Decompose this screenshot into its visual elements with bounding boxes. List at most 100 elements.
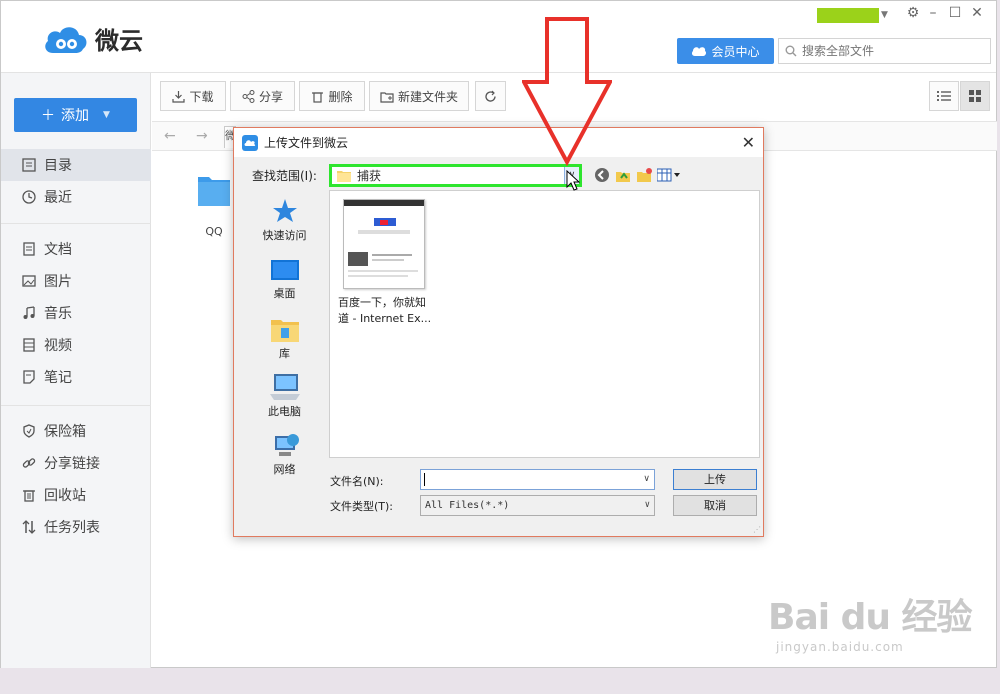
- up-folder-icon[interactable]: [615, 167, 631, 183]
- sidebar-item-recent[interactable]: 最近: [1, 181, 151, 213]
- transfer-icon: [21, 520, 36, 535]
- chevron-down-icon: ▼: [103, 110, 110, 120]
- search-box[interactable]: [778, 38, 991, 64]
- grid-view-icon: [969, 90, 981, 102]
- place-desktop[interactable]: 桌面: [242, 258, 327, 301]
- chevron-down-icon[interactable]: ∨: [645, 496, 650, 515]
- filetype-select[interactable]: All Files(*.*) ∨: [420, 495, 655, 516]
- vip-center-label: 会员中心: [711, 44, 760, 59]
- sidebar-item-notes[interactable]: 笔记: [1, 361, 151, 393]
- text-caret: [424, 473, 425, 486]
- dialog-nav-icons: [594, 167, 681, 183]
- lookin-dropdown[interactable]: 捕获 ∨: [329, 164, 582, 187]
- place-label: 网络: [273, 463, 296, 476]
- resize-grip-icon[interactable]: ⋰: [753, 525, 761, 534]
- place-quick-access[interactable]: 快速访问: [242, 198, 327, 243]
- folder-item[interactable]: QQ: [189, 173, 239, 238]
- place-libraries[interactable]: 库: [242, 316, 327, 361]
- folder-icon: [197, 173, 231, 207]
- place-label: 快速访问: [262, 229, 307, 242]
- filetype-value: All Files(*.*): [425, 500, 510, 511]
- sidebar-item-label: 任务列表: [44, 520, 100, 536]
- sidebar-item-documents[interactable]: 文档: [1, 233, 151, 265]
- maximize-icon[interactable]: ☐: [945, 5, 965, 21]
- list-view-icon: [937, 91, 951, 101]
- back-icon[interactable]: [594, 167, 610, 183]
- directory-icon: [21, 158, 36, 173]
- new-folder-button[interactable]: 新建文件夹: [369, 81, 469, 111]
- app-name: 微云: [95, 27, 143, 55]
- add-button[interactable]: ＋ 添加 ▼: [14, 98, 137, 132]
- sidebar-item-label: 视频: [44, 338, 72, 354]
- refresh-icon: [485, 90, 496, 102]
- baidu-watermark: Bai du 经验 jingyan.baidu.com: [768, 588, 973, 654]
- chevron-down-icon[interactable]: ∨: [643, 470, 650, 489]
- sidebar-item-video[interactable]: 视频: [1, 329, 151, 361]
- close-icon[interactable]: ✕: [967, 5, 987, 21]
- delete-button[interactable]: 删除: [299, 81, 365, 111]
- video-icon: [21, 338, 36, 353]
- grid-view-button[interactable]: [960, 81, 990, 111]
- shield-icon: [21, 424, 36, 439]
- folder-icon: [337, 170, 351, 182]
- search-input[interactable]: [802, 44, 982, 58]
- place-label: 此电脑: [268, 405, 301, 418]
- document-icon: [21, 242, 36, 257]
- sidebar-item-share-links[interactable]: 分享链接: [1, 447, 151, 479]
- share-button[interactable]: 分享: [230, 81, 295, 111]
- download-button[interactable]: 下载: [160, 81, 226, 111]
- file-name-line-2: 道 - Internet Ex...: [338, 312, 432, 325]
- new-folder-label: 新建文件夹: [397, 89, 458, 104]
- refresh-button[interactable]: [475, 81, 506, 111]
- dialog-title-bar: 上传文件到微云 ✕: [234, 128, 763, 157]
- sidebar-item-images[interactable]: 图片: [1, 265, 151, 297]
- place-this-pc[interactable]: 此电脑: [242, 374, 327, 419]
- search-icon: [785, 45, 797, 57]
- gear-icon[interactable]: ⚙: [903, 5, 923, 21]
- sidebar-item-label: 保险箱: [44, 424, 86, 440]
- cloud-icon: [692, 47, 707, 56]
- desktop-icon: [270, 260, 299, 280]
- add-button-label: 添加: [61, 108, 90, 124]
- delete-label: 删除: [328, 89, 353, 104]
- sidebar-item-directory[interactable]: 目录: [1, 149, 151, 181]
- sidebar-item-safe[interactable]: 保险箱: [1, 415, 151, 447]
- sidebar-item-tasks[interactable]: 任务列表: [1, 511, 151, 543]
- user-account[interactable]: [817, 8, 879, 23]
- title-bar: 微云 ▼ ⚙ – ☐ ✕ 会员中心: [1, 1, 996, 73]
- sidebar-item-label: 回收站: [44, 488, 86, 504]
- share-label: 分享: [258, 89, 283, 104]
- watermark-url: jingyan.baidu.com: [776, 640, 904, 654]
- sidebar-item-recycle-bin[interactable]: 回收站: [1, 479, 151, 511]
- file-list-pane: 百度一下，你就知 道 - Internet Ex...: [329, 190, 760, 458]
- plus-icon: ＋: [41, 108, 56, 124]
- note-icon: [21, 370, 36, 385]
- cancel-button[interactable]: 取消: [673, 495, 757, 516]
- star-icon: [272, 199, 297, 222]
- divider: [1, 223, 151, 224]
- file-item[interactable]: 百度一下，你就知 道 - Internet Ex...: [338, 199, 438, 327]
- sidebar-item-label: 最近: [44, 190, 72, 206]
- upload-button[interactable]: 上传: [673, 469, 757, 490]
- sidebar-item-label: 笔记: [44, 370, 72, 386]
- filename-input[interactable]: ∨: [420, 469, 655, 490]
- forward-arrow-icon[interactable]: →: [196, 128, 208, 144]
- upload-dialog: 上传文件到微云 ✕ 查找范围(I): 捕获 ∨ 快速访问 桌面 库 此电脑: [233, 127, 764, 537]
- network-icon: [274, 434, 299, 456]
- list-view-button[interactable]: [929, 81, 959, 111]
- sidebar-item-music[interactable]: 音乐: [1, 297, 151, 329]
- back-arrow-icon[interactable]: ←: [164, 128, 176, 144]
- filename-label: 文件名(N):: [330, 475, 384, 488]
- place-network[interactable]: 网络: [242, 432, 327, 477]
- new-folder-icon[interactable]: [636, 167, 652, 183]
- minimize-icon[interactable]: –: [923, 5, 943, 21]
- app-logo: 微云: [41, 21, 143, 56]
- vip-center-button[interactable]: 会员中心: [677, 38, 774, 64]
- view-menu-icon[interactable]: [657, 168, 681, 182]
- divider: [1, 405, 151, 406]
- sidebar-item-label: 文档: [44, 242, 72, 258]
- chevron-down-icon[interactable]: ▼: [881, 10, 888, 20]
- dialog-title: 上传文件到微云: [264, 136, 349, 150]
- lookin-value: 捕获: [357, 169, 382, 183]
- close-icon[interactable]: ✕: [742, 133, 755, 152]
